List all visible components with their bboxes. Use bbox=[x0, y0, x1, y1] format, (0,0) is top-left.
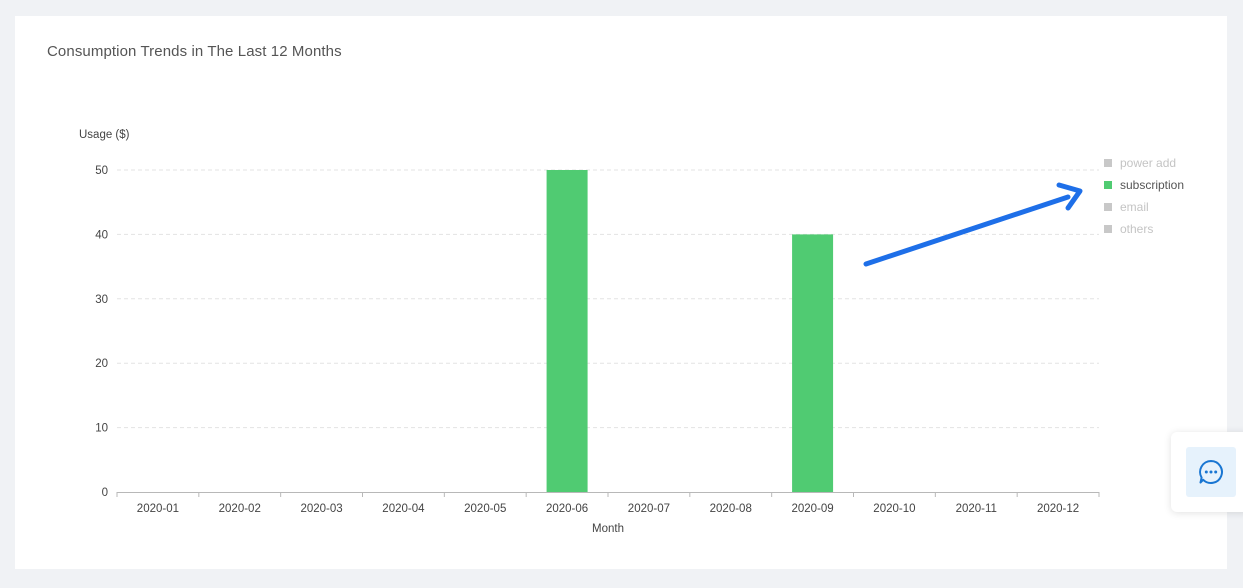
y-axis-label: Usage ($) bbox=[79, 129, 130, 141]
x-tick-label: 2020-09 bbox=[791, 503, 833, 515]
legend-item-email[interactable]: email bbox=[1120, 200, 1149, 214]
bar-subscription bbox=[792, 234, 834, 492]
x-tick-label: 2020-04 bbox=[382, 503, 425, 515]
legend-marker[interactable] bbox=[1104, 225, 1112, 233]
chat-button[interactable] bbox=[1186, 447, 1236, 497]
chat-widget bbox=[1171, 432, 1243, 512]
annotation-arrow-shaft bbox=[863, 194, 1071, 267]
y-tick-label: 40 bbox=[95, 229, 108, 241]
x-tick-label: 2020-11 bbox=[956, 503, 997, 515]
legend-marker[interactable] bbox=[1104, 203, 1112, 211]
x-tick-label: 2020-03 bbox=[300, 503, 342, 515]
x-tick-label: 2020-06 bbox=[546, 503, 588, 515]
legend-marker[interactable] bbox=[1104, 181, 1112, 189]
y-tick-label: 30 bbox=[95, 294, 108, 306]
x-tick-label: 2020-10 bbox=[873, 503, 915, 515]
x-tick-label: 2020-07 bbox=[628, 503, 670, 515]
legend-item-subscription[interactable]: subscription bbox=[1120, 178, 1184, 192]
legend-marker[interactable] bbox=[1104, 159, 1112, 167]
x-tick-label: 2020-02 bbox=[219, 503, 261, 515]
legend-item-others[interactable]: others bbox=[1120, 222, 1153, 236]
chat-bubble-icon bbox=[1199, 460, 1223, 484]
y-tick-label: 50 bbox=[95, 165, 108, 177]
legend-item-power-add[interactable]: power add bbox=[1120, 156, 1176, 170]
bar-subscription bbox=[546, 170, 588, 492]
x-tick-label: 2020-05 bbox=[464, 503, 506, 515]
y-tick-label: 20 bbox=[95, 358, 108, 370]
x-tick-label: 2020-12 bbox=[1037, 503, 1079, 515]
y-tick-label: 0 bbox=[102, 487, 108, 499]
x-tick-label: 2020-08 bbox=[710, 503, 752, 515]
x-tick-label: 2020-01 bbox=[137, 503, 179, 515]
y-tick-label: 10 bbox=[95, 423, 108, 435]
x-axis-label: Month bbox=[592, 523, 624, 535]
bar-chart: 0 10 20 30 40 50 Usage ($) 2020-01 2020-02 2020-0… bbox=[79, 129, 1184, 535]
